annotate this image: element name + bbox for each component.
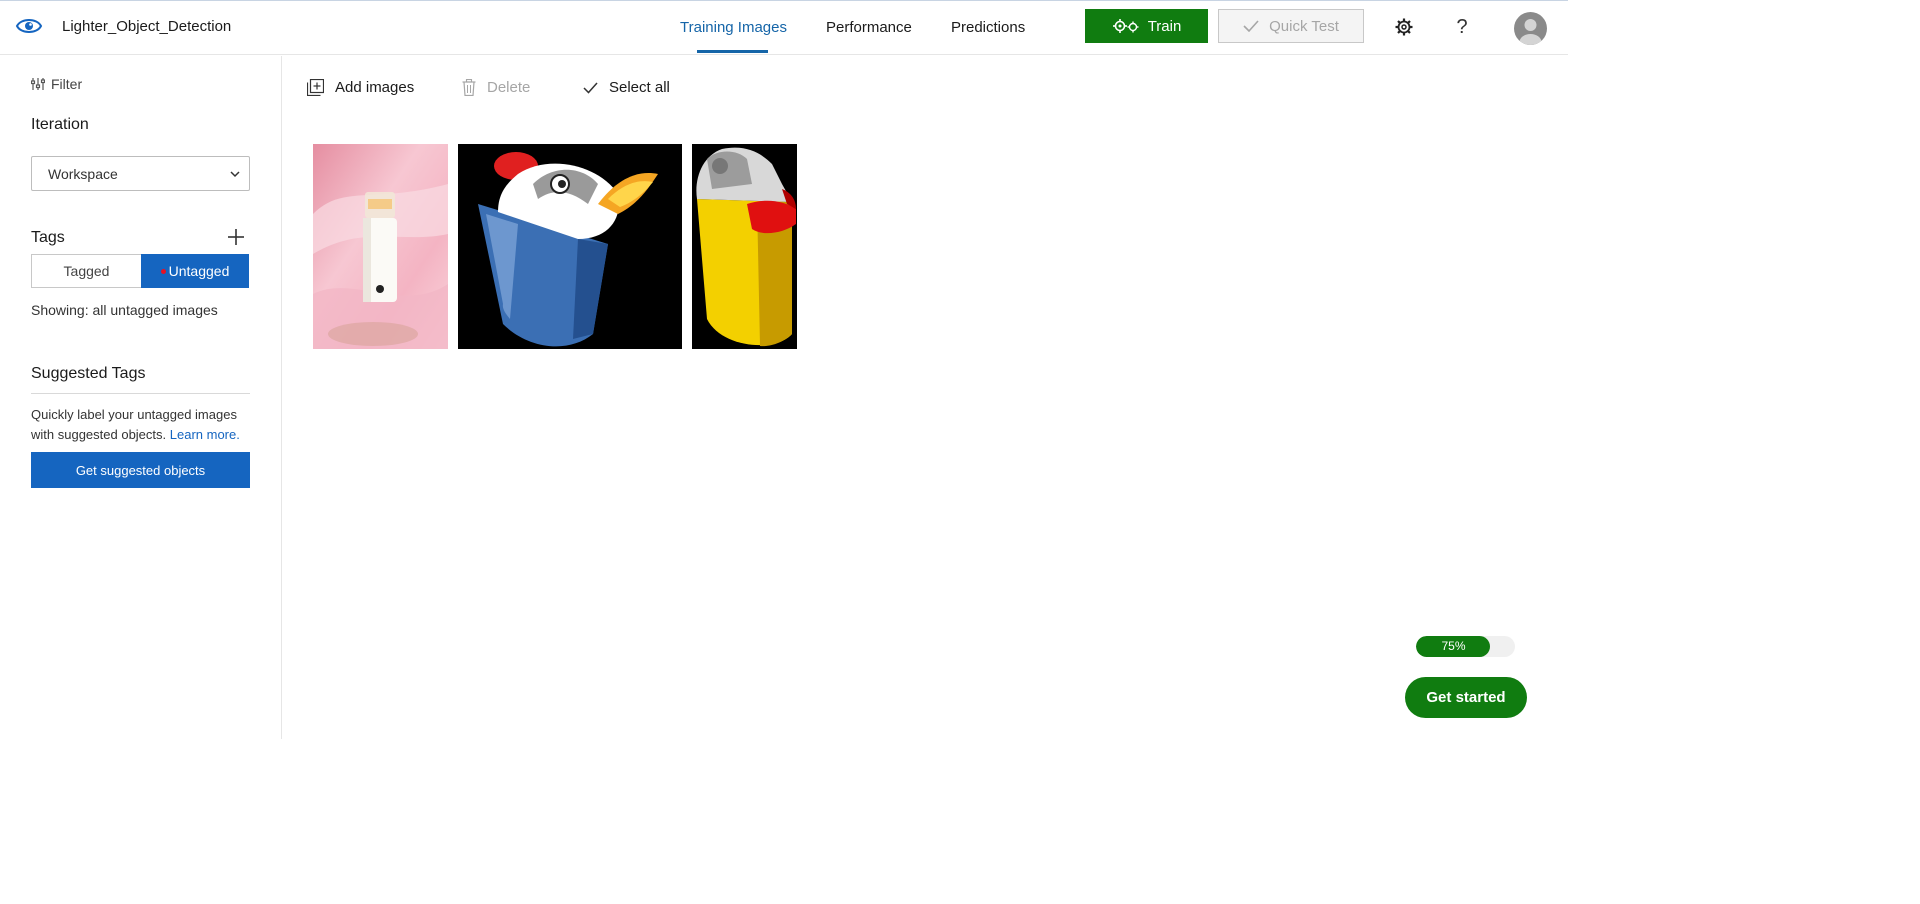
progress-bar: 75%	[1416, 636, 1515, 657]
get-started-button[interactable]: Get started	[1405, 677, 1527, 718]
image-thumbnail[interactable]	[692, 144, 797, 349]
select-all-button[interactable]: Select all	[583, 79, 670, 96]
select-all-label: Select all	[609, 79, 670, 96]
train-button[interactable]: Train	[1085, 9, 1208, 43]
filter-button[interactable]: Filter	[31, 76, 82, 92]
cartoon-blue-lighter-image	[458, 144, 682, 349]
learn-more-link[interactable]: Learn more.	[170, 427, 240, 442]
chevron-down-icon	[230, 171, 240, 178]
tab-predictions[interactable]: Predictions	[951, 19, 1025, 36]
divider	[31, 393, 250, 394]
train-label: Train	[1147, 17, 1182, 35]
tab-training-images[interactable]: Training Images	[680, 19, 787, 36]
tagged-toggle[interactable]: Tagged	[31, 254, 141, 288]
untagged-label: Untagged	[168, 263, 230, 279]
iteration-title: Iteration	[31, 116, 89, 133]
filter-sliders-icon	[31, 78, 45, 90]
suggested-description: Quickly label your untagged images with …	[31, 405, 253, 445]
project-name: Lighter_Object_Detection	[62, 18, 232, 35]
user-icon	[1519, 19, 1542, 45]
showing-text: Showing: all untagged images	[31, 302, 218, 318]
quick-test-button[interactable]: Quick Test	[1218, 9, 1364, 43]
untagged-toggle[interactable]: Untagged	[141, 254, 249, 288]
sidebar: Filter Iteration Workspace Tags Tagged U…	[0, 56, 282, 739]
add-image-icon	[307, 79, 324, 96]
settings-gear-icon[interactable]	[1394, 17, 1414, 37]
quick-test-label: Quick Test	[1269, 17, 1339, 35]
add-tag-icon[interactable]	[227, 228, 245, 246]
delete-button[interactable]: Delete	[462, 79, 530, 96]
filter-label: Filter	[51, 76, 83, 92]
suggested-tags-title: Suggested Tags	[31, 365, 146, 382]
tags-title: Tags	[31, 229, 65, 246]
add-images-label: Add images	[335, 79, 415, 96]
help-icon[interactable]: ?	[1452, 16, 1472, 38]
eye-logo-icon[interactable]	[15, 14, 43, 38]
active-tab-indicator	[697, 50, 768, 53]
top-bar: Lighter_Object_Detection Training Images…	[0, 1, 1568, 55]
delete-label: Delete	[487, 79, 531, 96]
iteration-select[interactable]: Workspace	[31, 156, 250, 191]
gears-icon	[1112, 19, 1139, 33]
avatar[interactable]	[1514, 12, 1547, 45]
image-thumbnail[interactable]	[458, 144, 682, 349]
iteration-value: Workspace	[48, 165, 118, 182]
untagged-dot-icon	[160, 268, 166, 274]
cartoon-yellow-lighter-image	[692, 144, 797, 349]
image-thumbnail[interactable]	[313, 144, 448, 349]
checkmark-icon	[583, 81, 598, 94]
get-suggested-objects-button[interactable]: Get suggested objects	[31, 452, 250, 488]
add-images-button[interactable]: Add images	[307, 79, 414, 96]
trash-icon	[462, 79, 476, 96]
checkmark-icon	[1243, 20, 1259, 32]
progress-label: 75%	[1441, 639, 1466, 653]
app-root: Lighter_Object_Detection Training Images…	[0, 0, 1568, 739]
tab-performance[interactable]: Performance	[826, 19, 912, 36]
lighter-photo-image	[313, 144, 448, 349]
